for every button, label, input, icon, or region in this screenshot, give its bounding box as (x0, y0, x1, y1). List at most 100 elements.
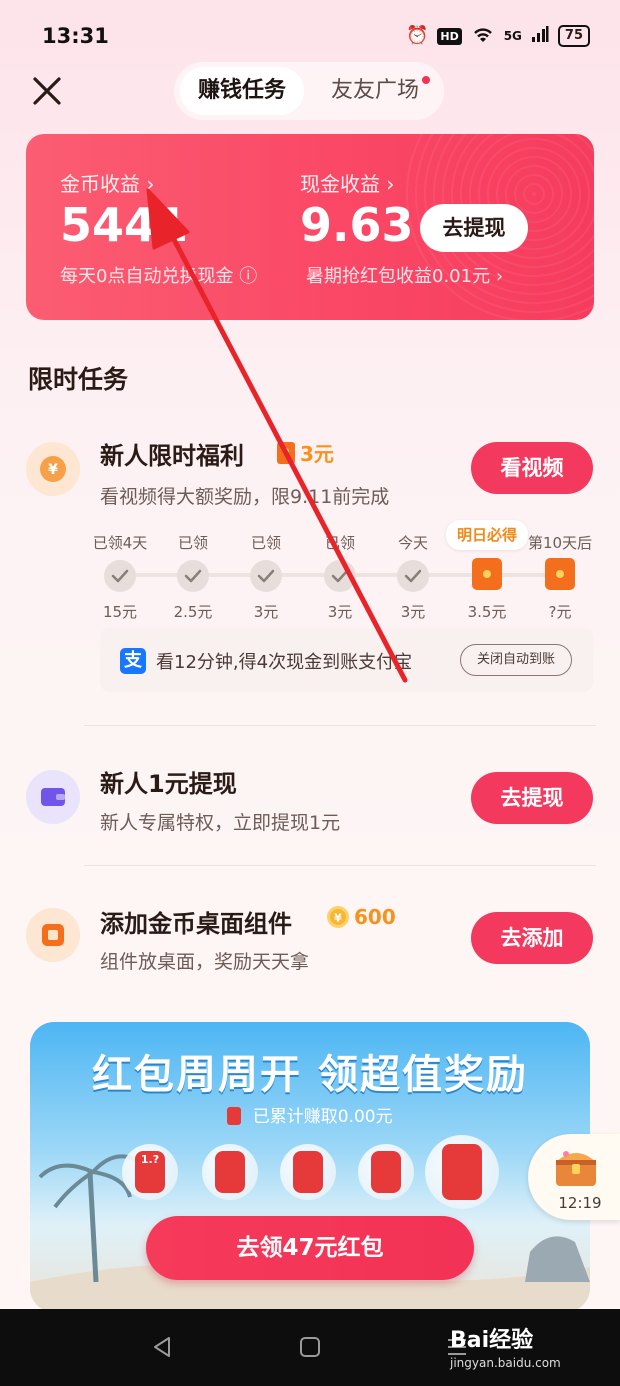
wallet-icon (26, 770, 80, 824)
section-title: 限时任务 (28, 365, 129, 394)
earnings-card: 金币收益 › 5441 每天0点自动兑换现金 ⓘ 现金收益 › 9.63 去提现… (26, 134, 594, 320)
red-packet-bubble[interactable] (280, 1144, 336, 1200)
day-amount: ?元 (548, 603, 572, 621)
reward-badge: ¥ 600 (326, 905, 396, 929)
cash-earnings-link[interactable]: 现金收益 › (300, 168, 394, 197)
red-packet-bubble[interactable] (425, 1135, 499, 1209)
status-icons: ⏰ HD 5G 75 (406, 24, 590, 48)
signal-icon (531, 25, 549, 47)
check-icon (104, 560, 136, 592)
day-amount: 2.5元 (173, 603, 213, 621)
coins-label: 金币收益 (60, 172, 140, 196)
notification-dot (422, 76, 430, 84)
task-description: 新人专属特权，立即提现1元 (100, 812, 341, 834)
check-icon (250, 560, 282, 592)
coins-earnings-link[interactable]: 金币收益 › (60, 168, 154, 197)
home-icon[interactable] (298, 1335, 322, 1359)
alipay-icon: 支 (120, 648, 146, 674)
divider (84, 865, 596, 866)
battery-icon: 75 (557, 25, 590, 47)
alarm-icon: ⏰ (405, 25, 429, 46)
day-label: 今天 (397, 534, 428, 552)
coins-note: 每天0点自动兑换现金 ⓘ (60, 262, 257, 288)
network-label: 5G (503, 29, 522, 43)
red-packet-bubble[interactable] (358, 1144, 414, 1200)
day-amount: 15元 (102, 603, 138, 621)
cash-note-link[interactable]: 暑期抢红包收益0.01元 › (306, 262, 503, 288)
divider (84, 725, 596, 726)
close-button[interactable] (28, 72, 66, 110)
banner-title: 红包周周开 领超值奖励 (92, 1052, 528, 1098)
yen-coin-icon: ¥ (26, 442, 80, 496)
alipay-text: 看12分钟,得4次现金到账支付宝 (156, 652, 413, 673)
day-label: 已领 (177, 534, 208, 552)
close-icon (33, 77, 61, 105)
red-packet-icon (293, 1151, 323, 1193)
red-packet-banner[interactable]: 红包周周开 领超值奖励 已累计赚取0.00元 1.? 去领47元红包 (30, 1022, 590, 1312)
withdraw-one-yuan-button[interactable]: 去提现 (471, 772, 593, 824)
tab-friends-square[interactable]: 友友广场 (320, 67, 430, 115)
day-label: 已领4天 (92, 534, 148, 552)
info-icon[interactable]: ⓘ (239, 266, 257, 287)
red-packet-icon (545, 558, 575, 590)
treasure-chest-widget[interactable]: 12:19 (528, 1134, 620, 1220)
banner-subtitle-text: 已累计赚取0.00元 (252, 1107, 393, 1127)
red-packet-icon (227, 1107, 242, 1125)
reward-amount: 600 (354, 905, 396, 929)
reward-badge: 3元 (276, 438, 334, 467)
day-label: 已领 (250, 534, 281, 552)
claim-red-packet-button[interactable]: 去领47元红包 (146, 1216, 474, 1280)
widget-icon (26, 908, 80, 962)
red-packet-bubble[interactable]: 1.? (122, 1144, 178, 1200)
task-description: 看视频得大额奖励，限9.11前完成 (100, 486, 390, 508)
svg-text:¥: ¥ (334, 912, 342, 925)
cash-label: 现金收益 (300, 172, 380, 196)
tab-earn-tasks[interactable]: 赚钱任务 (180, 67, 304, 115)
red-packet-icon: 1.? (135, 1151, 165, 1193)
status-time: 13:31 (42, 24, 109, 48)
task-title: 新人1元提现 (100, 770, 237, 798)
task-title: 新人限时福利 (100, 442, 244, 470)
watermark-url: jingyan.baidu.com (450, 1356, 561, 1370)
red-packet-icon (215, 1151, 245, 1193)
day-label: 已领 (324, 534, 355, 552)
red-packet-bubble[interactable] (202, 1144, 258, 1200)
baidu-jingyan-watermark: Bai经验 jingyan.baidu.com (450, 1322, 561, 1370)
svg-text:¥: ¥ (48, 462, 58, 478)
red-packet-icon (442, 1144, 482, 1200)
coins-note-text: 每天0点自动兑换现金 (60, 266, 234, 287)
chevron-right-icon: › (386, 172, 395, 196)
task-description: 组件放桌面，奖励天天拿 (100, 951, 310, 973)
check-icon (397, 560, 429, 592)
red-packet-icon (277, 441, 295, 464)
chest-timer: 12:19 (558, 1194, 602, 1212)
reward-amount: 3元 (300, 442, 334, 466)
coins-value: 5441 (60, 198, 189, 252)
day-amount: 3元 (253, 603, 279, 621)
day-amount: 3元 (327, 603, 353, 621)
watermark-brand: Bai经验 (450, 1328, 534, 1353)
top-tabs: 赚钱任务 友友广场 (174, 62, 444, 120)
tomorrow-tip: 明日必得 (446, 520, 528, 550)
red-packet-icon (472, 558, 502, 590)
wifi-icon (471, 24, 495, 48)
withdraw-button[interactable]: 去提现 (420, 204, 528, 252)
cash-note-text: 暑期抢红包收益0.01元 (306, 266, 491, 287)
alipay-notice: 支 看12分钟,得4次现金到账支付宝 关闭自动到账 (100, 628, 593, 692)
disable-auto-payout-button[interactable]: 关闭自动到账 (460, 644, 572, 676)
back-icon[interactable] (150, 1335, 174, 1359)
cash-value: 9.63 (300, 198, 414, 252)
red-packet-icon (371, 1151, 401, 1193)
day-amount: 3元 (400, 603, 426, 621)
day-amount: 3.5元 (467, 603, 507, 621)
chevron-right-icon: › (495, 266, 504, 287)
treasure-chest-icon (556, 1151, 596, 1186)
task-title: 添加金币桌面组件 (100, 910, 292, 938)
gold-coin-icon: ¥ (327, 906, 349, 928)
watch-video-button[interactable]: 看视频 (471, 442, 593, 494)
check-icon (324, 560, 356, 592)
check-icon (177, 560, 209, 592)
banner-subtitle: 已累计赚取0.00元 (30, 1102, 590, 1127)
add-widget-button[interactable]: 去添加 (471, 912, 593, 964)
day-label: 第10天后 (527, 534, 593, 552)
